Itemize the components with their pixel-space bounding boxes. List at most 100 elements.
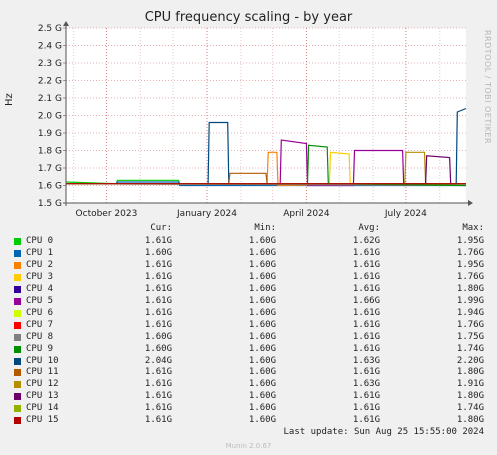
legend-cur: 2.04G [144, 355, 172, 366]
legend-avg: 1.61G [352, 331, 380, 342]
legend-row-cpu-0: CPU 0 1.61G 1.60G 1.62G 1.95G [0, 236, 497, 248]
legend-cur: 1.61G [144, 236, 172, 246]
legend-name: CPU 11 [26, 367, 59, 378]
legend-min: 1.60G [248, 391, 276, 402]
legend-max: 2.20G [456, 355, 484, 366]
y-tick-label: 2.2 G [38, 77, 62, 87]
legend-row-cpu-8: CPU 8 1.60G 1.60G 1.61G 1.75G [0, 332, 497, 344]
legend-swatch [14, 309, 21, 317]
legend-avg: 1.61G [352, 271, 380, 282]
legend-row-cpu-1: CPU 1 1.60G 1.60G 1.61G 1.76G [0, 248, 497, 260]
x-tick-label: October 2023 [76, 209, 138, 219]
legend-avg: 1.61G [352, 259, 380, 270]
legend-max: 1.94G [456, 307, 484, 318]
legend-name: CPU 5 [26, 295, 54, 306]
legend-cur: 1.61G [144, 403, 172, 414]
legend-cur: 1.61G [144, 271, 172, 282]
legend-row-cpu-10: CPU 10 2.04G 1.60G 1.63G 2.20G [0, 356, 497, 368]
legend-avg: 1.61G [352, 307, 380, 318]
legend-max: 1.99G [456, 295, 484, 306]
legend-avg: 1.61G [352, 343, 380, 354]
legend-max: 1.74G [456, 343, 484, 354]
legend-min: 1.60G [248, 236, 276, 246]
legend-row-cpu-4: CPU 4 1.61G 1.60G 1.61G 1.80G [0, 284, 497, 296]
legend-swatch [14, 393, 21, 401]
legend-name: CPU 3 [26, 271, 54, 282]
legend-max: 1.75G [456, 331, 484, 342]
y-tick-label: 2.3 G [38, 59, 62, 69]
legend-swatch [14, 369, 21, 377]
legend-cur: 1.61G [144, 259, 172, 270]
legend-name: CPU 13 [26, 391, 59, 402]
legend-row-cpu-6: CPU 6 1.61G 1.60G 1.61G 1.94G [0, 308, 497, 320]
legend-min: 1.60G [248, 415, 276, 426]
legend-header-cur: Cur: [150, 223, 172, 233]
legend-name: CPU 14 [26, 403, 59, 414]
legend-min: 1.60G [248, 271, 276, 282]
legend-name: CPU 4 [26, 283, 54, 294]
y-tick-label: 1.9 G [38, 129, 62, 139]
legend-avg: 1.62G [352, 236, 380, 246]
legend-name: CPU 15 [26, 415, 59, 426]
x-axis-arrow [468, 200, 473, 206]
legend-name: CPU 12 [26, 379, 59, 390]
legend-max: 1.80G [456, 391, 484, 402]
legend-swatch [14, 405, 21, 413]
legend-name: CPU 8 [26, 331, 54, 342]
legend-cur: 1.61G [144, 391, 172, 402]
legend-max: 1.95G [456, 236, 484, 246]
legend-cur: 1.61G [144, 379, 172, 390]
legend-max: 1.95G [456, 259, 484, 270]
legend-name: CPU 6 [26, 307, 54, 318]
legend-name: CPU 2 [26, 259, 54, 270]
legend-max: 1.91G [456, 379, 484, 390]
legend-swatch [14, 357, 21, 365]
legend-min: 1.60G [248, 283, 276, 294]
legend-max: 1.76G [456, 271, 484, 282]
legend-swatch [14, 285, 21, 293]
legend-swatch [14, 345, 21, 353]
legend-swatch [14, 297, 21, 305]
legend-min: 1.60G [248, 319, 276, 330]
legend-min: 1.60G [248, 295, 276, 306]
legend-row-cpu-9: CPU 9 1.60G 1.60G 1.61G 1.74G [0, 344, 497, 356]
legend-avg: 1.61G [352, 415, 380, 426]
y-tick-label: 2.5 G [38, 24, 62, 34]
legend-cur: 1.61G [144, 415, 172, 426]
legend-header-min: Min: [254, 223, 276, 233]
legend-min: 1.60G [248, 379, 276, 390]
legend-row-cpu-12: CPU 12 1.61G 1.60G 1.63G 1.91G [0, 379, 497, 391]
legend-name: CPU 0 [26, 236, 54, 246]
legend-max: 1.76G [456, 319, 484, 330]
y-tick-label: 2.4 G [38, 42, 62, 52]
legend-avg: 1.61G [352, 367, 380, 378]
legend-row-cpu-14: CPU 14 1.61G 1.60G 1.61G 1.74G [0, 403, 497, 415]
legend-row-cpu-13: CPU 13 1.61G 1.60G 1.61G 1.80G [0, 391, 497, 403]
legend-swatch [14, 238, 21, 245]
legend-row-cpu-15: CPU 15 1.61G 1.60G 1.61G 1.80G [0, 415, 497, 427]
legend-min: 1.60G [248, 343, 276, 354]
last-update: Last update: Sun Aug 25 15:55:00 2024 [283, 427, 484, 437]
legend-max: 1.76G [456, 247, 484, 258]
legend-avg: 1.66G [352, 295, 380, 306]
legend-avg: 1.63G [352, 379, 380, 390]
legend-swatch [14, 417, 21, 425]
legend-row-cpu-7: CPU 7 1.61G 1.60G 1.61G 1.76G [0, 320, 497, 332]
legend-swatch [14, 261, 21, 269]
y-tick-label: 1.7 G [38, 164, 62, 174]
legend-row-cpu-3: CPU 3 1.61G 1.60G 1.61G 1.76G [0, 272, 497, 284]
legend-name: CPU 1 [26, 247, 54, 258]
legend-cur: 1.60G [144, 247, 172, 258]
legend-row-cpu-2: CPU 2 1.61G 1.60G 1.61G 1.95G [0, 260, 497, 272]
legend-cur: 1.61G [144, 295, 172, 306]
legend-min: 1.60G [248, 403, 276, 414]
y-axis-arrow [63, 21, 69, 26]
legend-cur: 1.60G [144, 331, 172, 342]
legend-min: 1.60G [248, 259, 276, 270]
generator-credit: Munin 2.0.67 [225, 442, 272, 450]
legend-cur: 1.60G [144, 343, 172, 354]
legend-swatch [14, 321, 21, 329]
legend-name: CPU 10 [26, 355, 59, 366]
legend-min: 1.60G [248, 307, 276, 318]
legend-max: 1.80G [456, 367, 484, 378]
